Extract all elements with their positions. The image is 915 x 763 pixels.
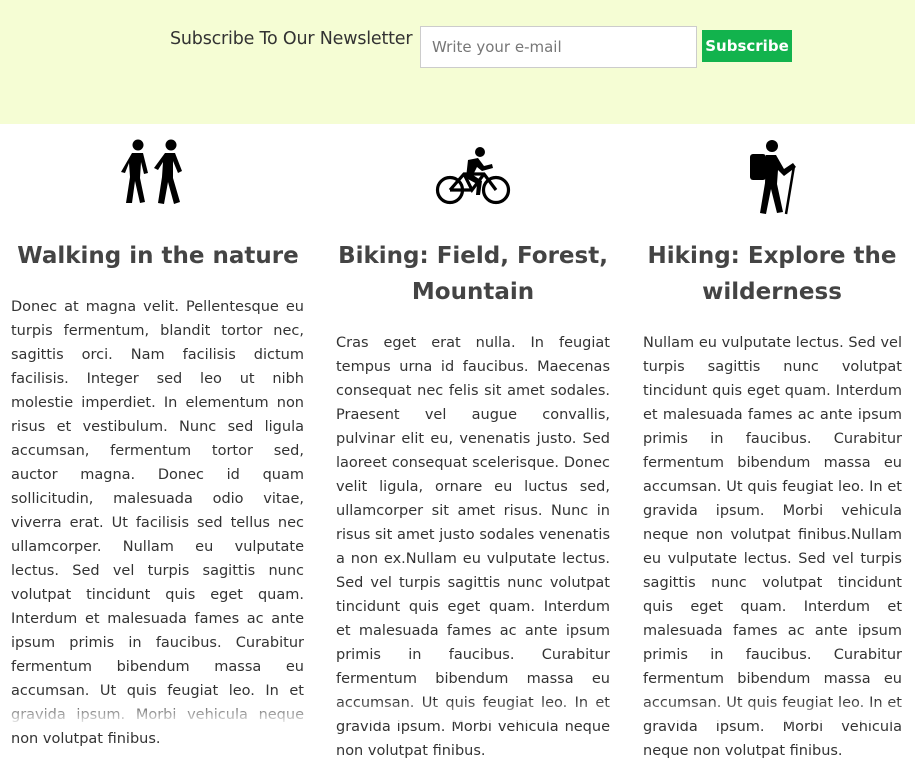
feature-description: Nullam eu vulputate lectus. Sed vel turp… — [643, 335, 902, 759]
feature-title: Hiking: Explore the wilderness — [647, 243, 897, 305]
newsletter-section: Subscribe To Our Newsletter Subscribe — [0, 0, 915, 124]
newsletter-label: Subscribe To Our Newsletter — [170, 29, 413, 49]
feature-title: Biking: Field, Forest, Mountain — [338, 243, 608, 305]
feature-description: Cras eget erat nulla. In feugiat tempus … — [336, 335, 610, 759]
feature-title: Walking in the nature — [17, 243, 299, 269]
walking-people-icon — [121, 139, 182, 204]
cyclist-icon — [435, 147, 511, 205]
email-input[interactable] — [420, 26, 697, 68]
subscribe-button[interactable]: Subscribe — [702, 30, 792, 62]
hiker-icon — [750, 140, 796, 215]
feature-description: Donec at magna velit. Pellentesque eu tu… — [11, 299, 304, 747]
